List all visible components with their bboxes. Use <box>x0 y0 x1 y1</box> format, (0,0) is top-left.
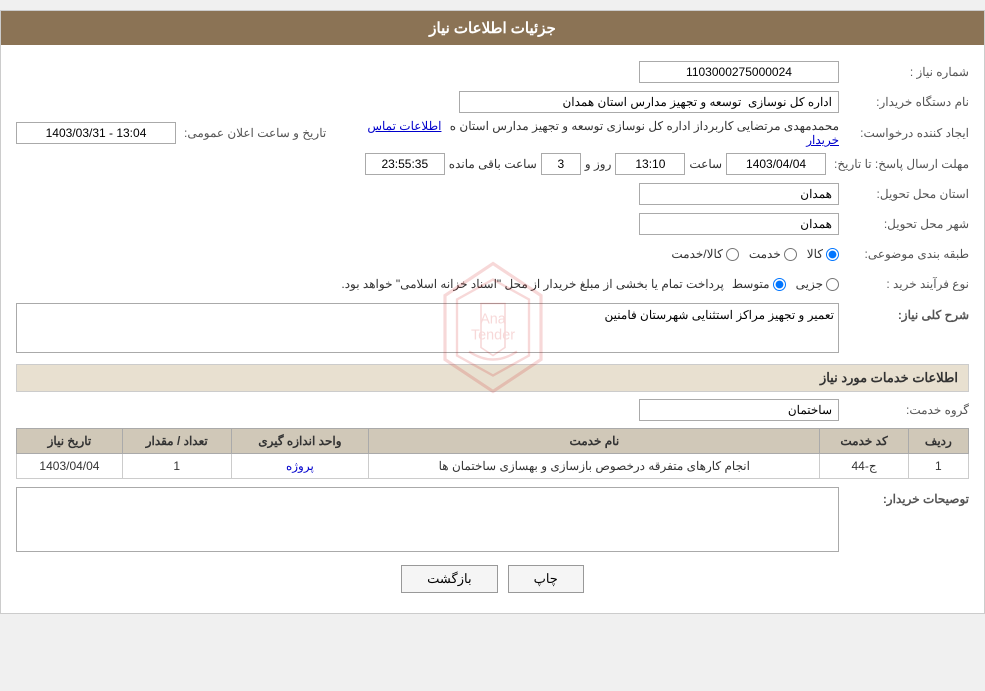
announce-input[interactable] <box>16 122 176 144</box>
deadline-remaining-input[interactable] <box>365 153 445 175</box>
deadline-label: مهلت ارسال پاسخ: تا تاریخ: <box>826 157 969 171</box>
category-service-item: خدمت <box>749 247 797 261</box>
province-row: استان محل تحویل: <box>16 181 969 207</box>
deadline-date-input[interactable] <box>726 153 826 175</box>
description-row: شرح کلی نیاز: <box>16 303 969 356</box>
col-name: نام خدمت <box>369 429 820 454</box>
purchase-type-radio-group: جزیی متوسط <box>732 277 839 291</box>
city-input[interactable] <box>639 213 839 235</box>
category-both-radio[interactable] <box>726 248 739 261</box>
buyer-notes-textarea[interactable] <box>16 487 839 552</box>
province-value <box>16 183 839 205</box>
category-row: طبقه بندی موضوعی: کالا خدمت کالا/خدمت <box>16 241 969 267</box>
col-date: تاریخ نیاز <box>17 429 123 454</box>
services-table: ردیف کد خدمت نام خدمت واحد اندازه گیری ت… <box>16 428 969 479</box>
buyer-org-row: نام دستگاه خریدار: <box>16 89 969 115</box>
buyer-notes-row: توصیحات خریدار: <box>16 487 969 555</box>
creator-value: محمدمهدی مرتضایی کاربرداز اداره کل نوساز… <box>346 119 839 147</box>
needle-number-input[interactable] <box>639 61 839 83</box>
page-title: جزئیات اطلاعات نیاز <box>429 20 556 37</box>
description-label: شرح کلی نیاز: <box>839 303 969 322</box>
page-container: جزئیات اطلاعات نیاز Ana Tender شماره نیا… <box>0 10 985 614</box>
service-group-value <box>16 399 839 421</box>
page-header: جزئیات اطلاعات نیاز <box>1 11 984 45</box>
buyer-org-label: نام دستگاه خریدار: <box>839 95 969 109</box>
deadline-values: ساعت روز و ساعت باقی مانده <box>365 153 826 175</box>
button-row: چاپ بازگشت <box>16 565 969 593</box>
creator-announce-row: ایجاد کننده درخواست: محمدمهدی مرتضایی کا… <box>16 119 969 147</box>
needle-number-row: شماره نیاز : <box>16 59 969 85</box>
cell-code: ج-44 <box>820 454 908 479</box>
purchase-motavasset-item: متوسط <box>732 277 786 291</box>
col-unit: واحد اندازه گیری <box>231 429 369 454</box>
buyer-notes-label: توصیحات خریدار: <box>839 487 969 506</box>
content-area: Ana Tender شماره نیاز : نام دستگاه خریدا… <box>1 45 984 613</box>
table-header-row: ردیف کد خدمت نام خدمت واحد اندازه گیری ت… <box>17 429 969 454</box>
back-button[interactable]: بازگشت <box>401 565 497 593</box>
description-value <box>16 303 839 356</box>
category-kala-item: کالا <box>807 247 839 261</box>
service-group-row: گروه خدمت: <box>16 397 969 423</box>
announce-label: تاریخ و ساعت اعلان عمومی: <box>184 126 326 140</box>
print-button[interactable]: چاپ <box>508 565 584 593</box>
category-kala-radio[interactable] <box>826 248 839 261</box>
purchase-jozyi-radio[interactable] <box>826 278 839 291</box>
deadline-time-label: ساعت <box>689 157 722 171</box>
city-value <box>16 213 839 235</box>
deadline-days-label: روز و <box>585 157 612 171</box>
buyer-org-input[interactable] <box>459 91 839 113</box>
cell-date: 1403/04/04 <box>17 454 123 479</box>
province-input[interactable] <box>639 183 839 205</box>
category-both-label: کالا/خدمت <box>671 247 722 261</box>
buyer-notes-value <box>16 487 839 555</box>
creator-label: ایجاد کننده درخواست: <box>839 126 969 140</box>
purchase-jozyi-item: جزیی <box>796 277 839 291</box>
col-qty: تعداد / مقدار <box>122 429 231 454</box>
needle-number-label: شماره نیاز : <box>839 65 969 79</box>
purchase-type-row: نوع فرآیند خرید : جزیی متوسط پرداخت تمام… <box>16 271 969 297</box>
needle-number-value <box>16 61 839 83</box>
purchase-motavasset-label: متوسط <box>732 277 770 291</box>
province-label: استان محل تحویل: <box>839 187 969 201</box>
col-row: ردیف <box>908 429 968 454</box>
category-service-radio[interactable] <box>784 248 797 261</box>
col-code: کد خدمت <box>820 429 908 454</box>
category-radio-group: کالا خدمت کالا/خدمت <box>671 247 839 261</box>
description-textarea[interactable] <box>16 303 839 353</box>
deadline-time-input[interactable] <box>615 153 685 175</box>
purchase-type-label: نوع فرآیند خرید : <box>839 277 969 291</box>
buyer-org-value <box>16 91 839 113</box>
category-label: طبقه بندی موضوعی: <box>839 247 969 261</box>
deadline-days-input[interactable] <box>541 153 581 175</box>
category-both-item: کالا/خدمت <box>671 247 738 261</box>
cell-row: 1 <box>908 454 968 479</box>
purchase-motavasset-radio[interactable] <box>773 278 786 291</box>
purchase-type-area: جزیی متوسط پرداخت تمام یا بخشی از مبلغ خ… <box>16 277 839 291</box>
deadline-remaining-label: ساعت باقی مانده <box>449 157 537 171</box>
cell-qty: 1 <box>122 454 231 479</box>
cell-name: انجام کارهای متفرقه درخصوص بازسازی و بهس… <box>369 454 820 479</box>
services-section-title: اطلاعات خدمات مورد نیاز <box>16 364 969 392</box>
city-row: شهر محل تحویل: <box>16 211 969 237</box>
purchase-note: پرداخت تمام یا بخشی از مبلغ خریدار از مح… <box>16 277 724 291</box>
table-row: 1 ج-44 انجام کارهای متفرقه درخصوص بازساز… <box>17 454 969 479</box>
category-service-label: خدمت <box>749 247 781 261</box>
category-kala-label: کالا <box>807 247 823 261</box>
cell-unit: پروژه <box>231 454 369 479</box>
deadline-row: مهلت ارسال پاسخ: تا تاریخ: ساعت روز و سا… <box>16 151 969 177</box>
service-group-label: گروه خدمت: <box>839 403 969 417</box>
city-label: شهر محل تحویل: <box>839 217 969 231</box>
service-group-input[interactable] <box>639 399 839 421</box>
purchase-jozyi-label: جزیی <box>796 277 823 291</box>
